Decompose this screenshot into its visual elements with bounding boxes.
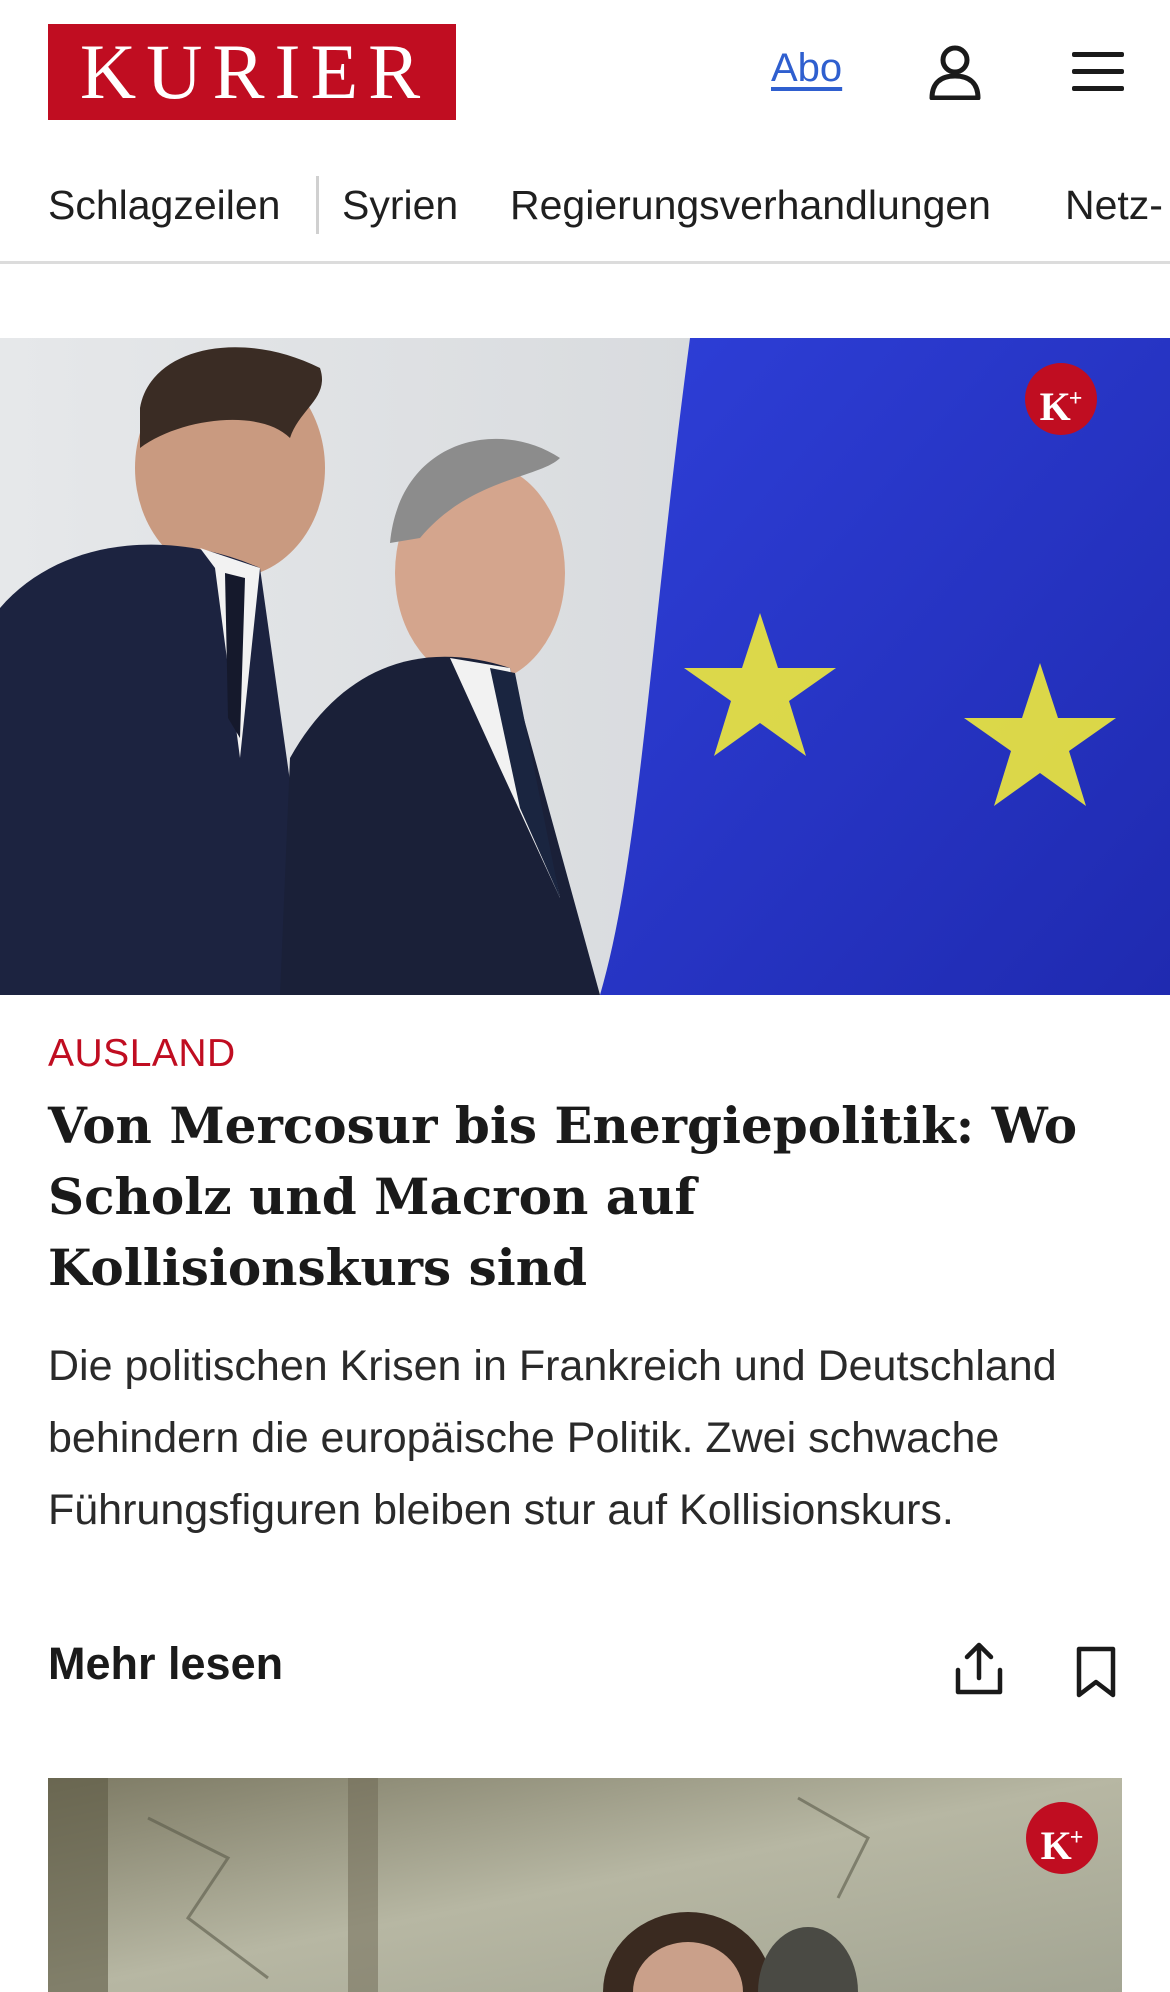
nav-item-syrien[interactable]: Syrien	[342, 182, 458, 229]
read-more-link[interactable]: Mehr lesen	[48, 1638, 283, 1690]
user-icon[interactable]	[928, 44, 982, 100]
article-image-2[interactable]: K+	[48, 1778, 1122, 1992]
bookmark-icon[interactable]	[1075, 1646, 1117, 1698]
abo-link[interactable]: Abo	[771, 46, 842, 91]
kurier-logo[interactable]: KURIER	[48, 24, 456, 120]
article-hero-image[interactable]: K+	[0, 338, 1170, 995]
site-header: KURIER Abo	[0, 0, 1170, 152]
hamburger-menu-icon[interactable]	[1070, 48, 1126, 96]
article-photo-2	[48, 1778, 1122, 1992]
topic-nav: Schlagzeilen Syrien Regierungsverhandlun…	[0, 152, 1170, 264]
premium-badge-2: K+	[1026, 1802, 1098, 1874]
share-icon[interactable]	[954, 1642, 1004, 1696]
premium-badge: K+	[1025, 363, 1097, 435]
hero-photo	[0, 338, 1170, 995]
article-teaser: Die politischen Krisen in Frankreich und…	[48, 1342, 1057, 1534]
nav-item-regierungsverhandlungen[interactable]: Regierungsverhandlungen	[510, 182, 991, 229]
article-kicker[interactable]: AUSLAND	[48, 1032, 236, 1076]
article-headline[interactable]: Von Mercosur bis Energiepolitik: Wo Scho…	[48, 1090, 1108, 1303]
nav-divider	[316, 176, 319, 234]
nav-item-schlagzeilen[interactable]: Schlagzeilen	[48, 182, 281, 229]
nav-item-netz[interactable]: Netz-	[1065, 182, 1163, 229]
